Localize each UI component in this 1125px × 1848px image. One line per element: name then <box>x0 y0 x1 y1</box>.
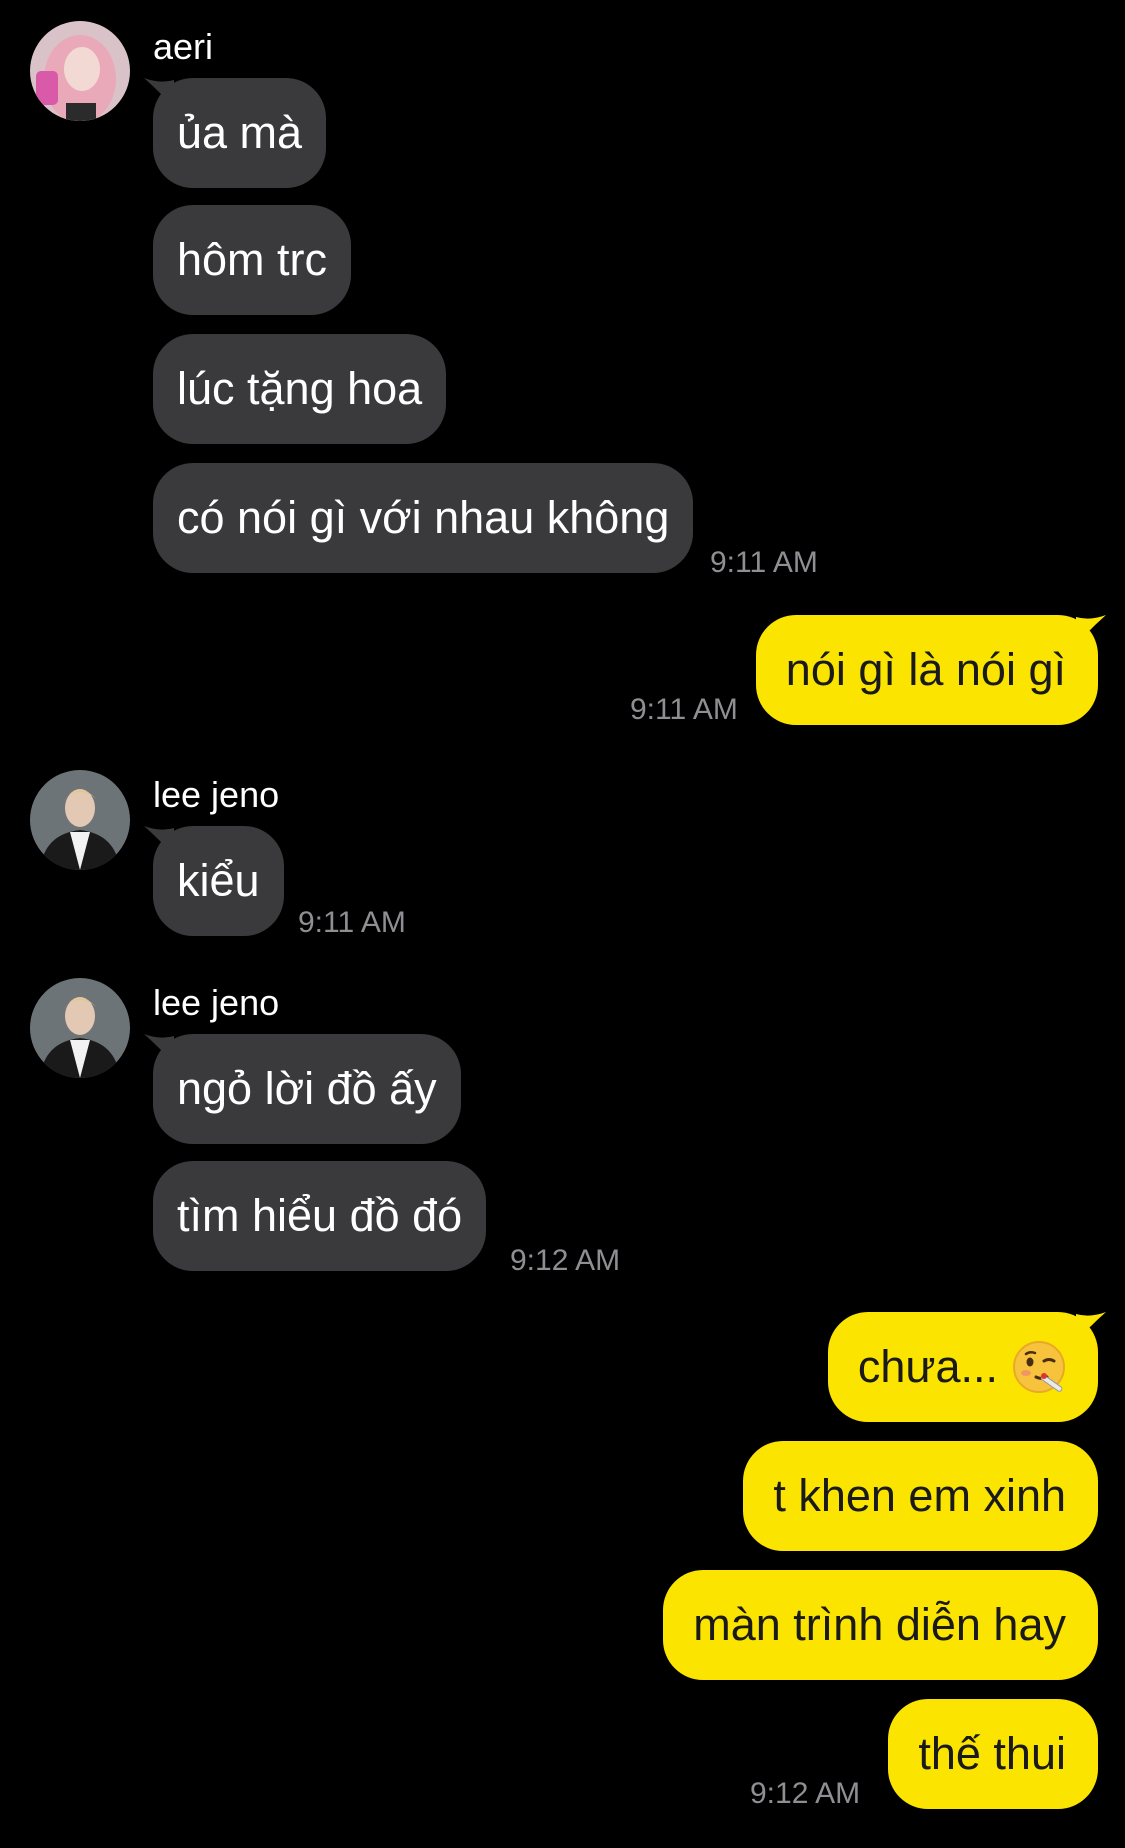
incoming-message[interactable]: ngỏ lời đồ ấy <box>153 1034 461 1144</box>
avatar-leather-jacket-icon <box>30 770 130 870</box>
outgoing-message[interactable]: màn trình diễn hay <box>663 1570 1098 1680</box>
face-with-thermometer-emoji-icon <box>1013 1341 1065 1394</box>
avatar-pink-hair-icon <box>30 21 130 121</box>
message-timestamp: 9:11 AM <box>710 546 818 579</box>
message-timestamp: 9:11 AM <box>298 906 406 939</box>
incoming-message[interactable]: lúc tặng hoa <box>153 334 447 444</box>
incoming-message[interactable]: tìm hiểu đồ đó <box>153 1161 487 1271</box>
outgoing-message[interactable]: thế thui <box>888 1699 1098 1809</box>
avatar-lee-jeno[interactable] <box>30 770 130 870</box>
sender-name-lee-jeno: lee jeno <box>153 774 280 815</box>
outgoing-message-text: chưa... <box>857 1341 998 1392</box>
incoming-message[interactable]: ủa mà <box>153 78 327 188</box>
message-timestamp: 9:12 AM <box>510 1244 621 1277</box>
outgoing-message[interactable]: chưa... <box>827 1312 1098 1422</box>
incoming-message[interactable]: có nói gì với nhau không <box>153 463 694 573</box>
outgoing-message[interactable]: t khen em xinh <box>743 1441 1098 1551</box>
message-timestamp: 9:11 AM <box>630 693 738 726</box>
outgoing-message[interactable]: nói gì là nói gì <box>755 615 1098 725</box>
sender-name-lee-jeno: lee jeno <box>153 982 280 1023</box>
message-timestamp: 9:12 AM <box>750 1777 861 1810</box>
incoming-message[interactable]: kiểu <box>153 826 284 936</box>
incoming-message[interactable]: hôm trc <box>153 205 352 315</box>
avatar-aeri[interactable] <box>30 21 130 121</box>
avatar-leather-jacket-icon <box>30 978 130 1078</box>
avatar-lee-jeno[interactable] <box>30 978 130 1078</box>
sender-name-aeri: aeri <box>153 26 214 67</box>
